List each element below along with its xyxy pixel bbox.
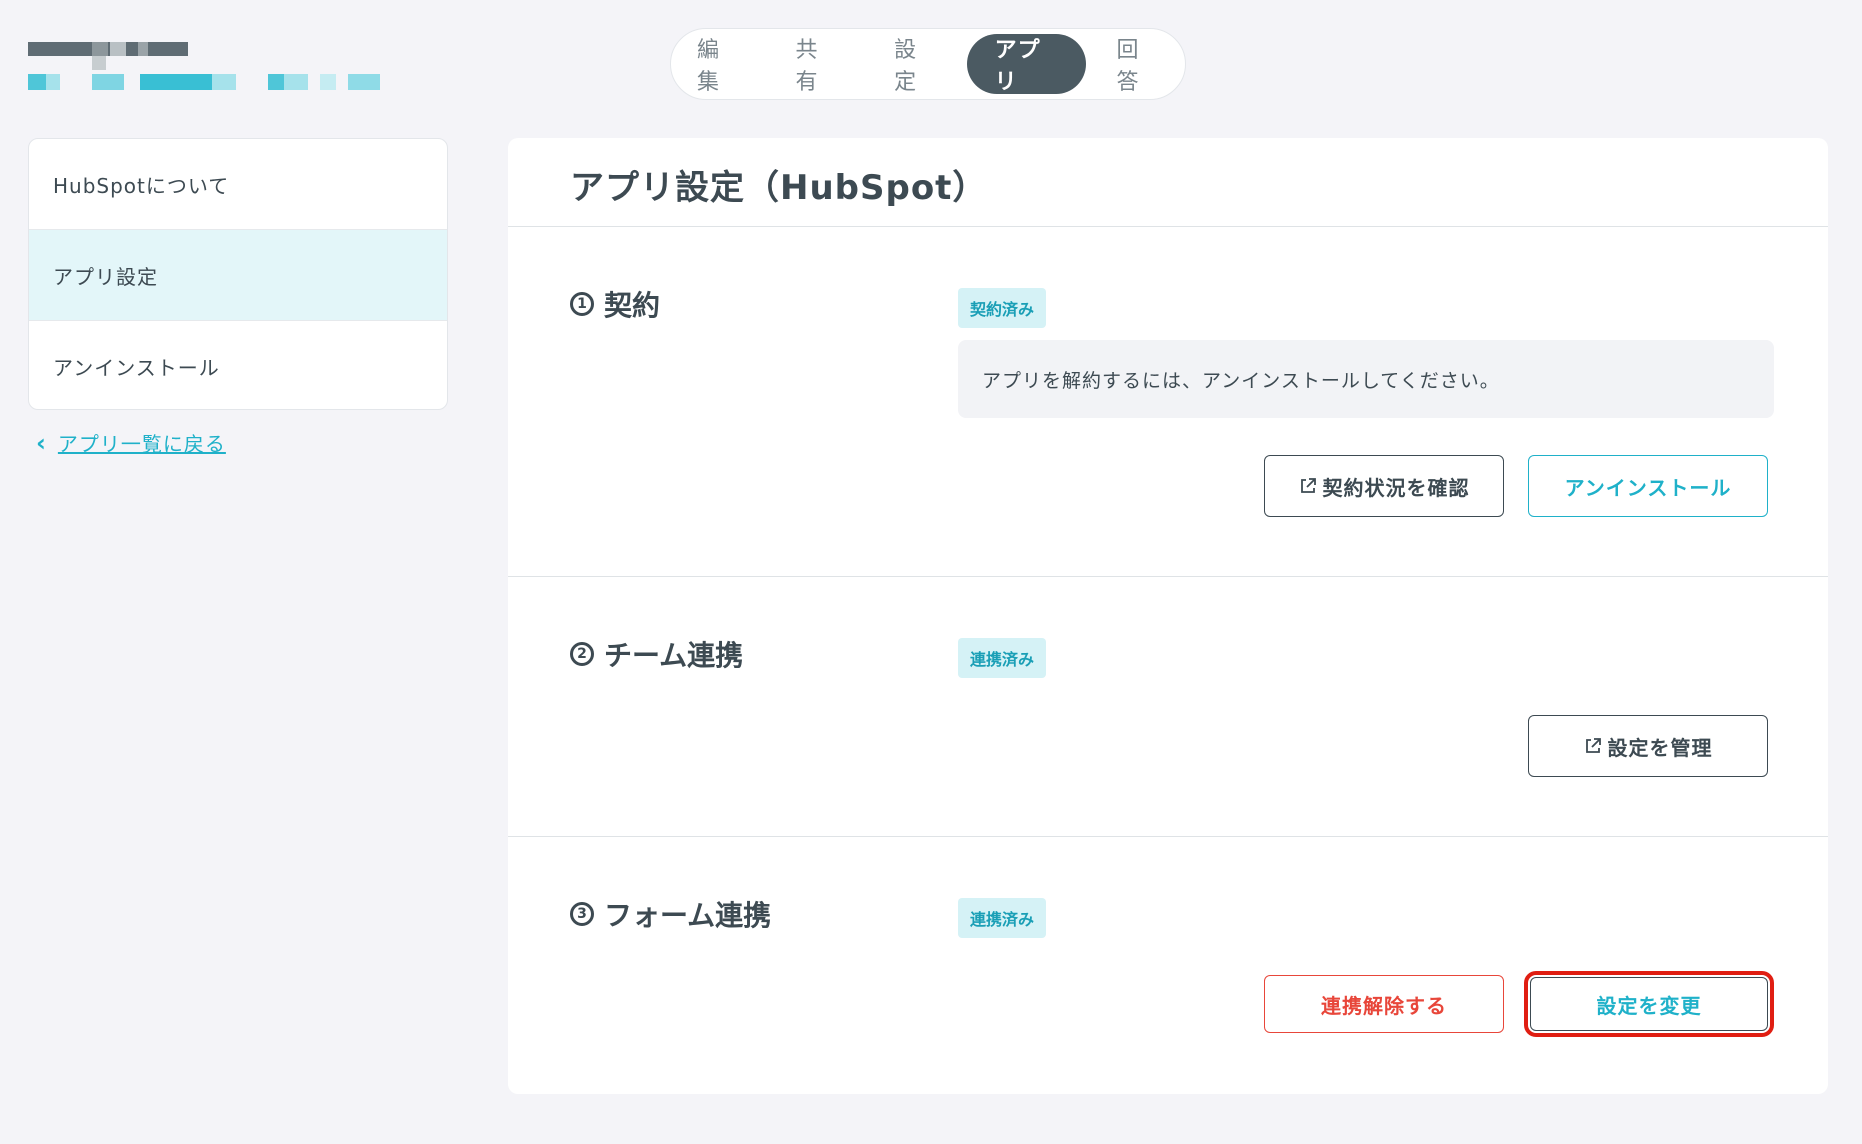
divider [508,836,1828,837]
uninstall-info-box: アプリを解約するには、アンインストールしてください。 [958,340,1774,418]
tab-share[interactable]: 共有 [770,34,865,95]
section-number: 2 [570,642,594,666]
back-to-app-list-link[interactable]: ‹ アプリ一覧に戻る [36,428,226,457]
section-number: 1 [570,292,594,316]
top-tab-bar: 編集 共有 設定 アプリ 回答 [670,28,1186,100]
sidebar-item-label: HubSpotについて [53,173,230,198]
section-title-text: フォーム連携 [604,899,772,932]
sidebar-item-uninstall[interactable]: アンインストール [29,321,447,409]
tab-settings[interactable]: 設定 [868,34,963,95]
sidebar-item-label: アンインストール [53,355,220,380]
page-title: アプリ設定（HubSpot） [570,168,988,208]
uninstall-button[interactable]: アンインストール [1528,455,1768,517]
button-label: 契約状況を確認 [1322,475,1470,500]
section-title-text: チーム連携 [604,639,744,672]
tab-apps[interactable]: アプリ [966,34,1087,95]
section-contract-title: 1 契約 [570,284,660,324]
status-badge: 契約済み [958,288,1047,328]
status-badge: 連携済み [958,898,1047,938]
section-number: 3 [570,902,594,926]
button-label: アンインストール [1564,475,1732,500]
divider [508,226,1828,227]
section-title-text: 契約 [604,289,661,322]
section-form-link-title: 3 フォーム連携 [570,894,771,934]
status-badge: 連携済み [958,638,1047,678]
unlink-button[interactable]: 連携解除する [1264,975,1504,1033]
tab-responses[interactable]: 回答 [1090,34,1185,95]
app-settings-panel: アプリ設定（HubSpot） 1 契約 契約済み アプリを解約するには、アンイン… [508,138,1828,1094]
check-contract-button[interactable]: 契約状況を確認 [1264,455,1504,517]
sidebar-item-app-settings[interactable]: アプリ設定 [29,230,447,321]
divider [508,576,1828,577]
sidebar-item-label: アプリ設定 [53,264,158,289]
button-label: 連携解除する [1321,993,1447,1018]
info-text: アプリを解約するには、アンインストールしてください。 [982,369,1500,392]
change-settings-button[interactable]: 設定を変更 [1524,971,1774,1037]
brand-logo[interactable] [28,40,388,92]
external-link-icon [1300,478,1316,493]
sidebar-item-about-hubspot[interactable]: HubSpotについて [29,139,447,230]
external-link-icon [1585,738,1601,753]
tab-edit[interactable]: 編集 [671,34,766,95]
button-label: 設定を管理 [1607,735,1713,760]
chevron-left-icon: ‹ [36,428,46,457]
manage-settings-button[interactable]: 設定を管理 [1528,715,1768,777]
button-label: 設定を変更 [1596,993,1702,1018]
back-link-label: アプリ一覧に戻る [57,432,226,456]
sidebar-nav: HubSpotについて アプリ設定 アンインストール [28,138,448,410]
section-team-link-title: 2 チーム連携 [570,634,743,674]
